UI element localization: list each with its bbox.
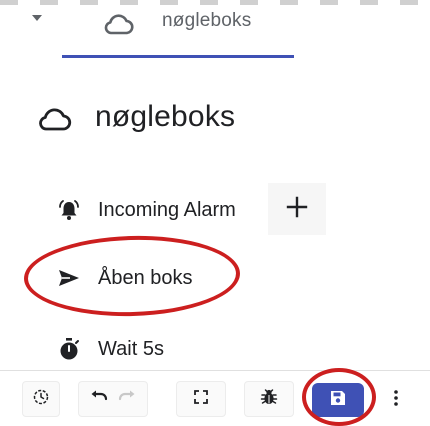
more-options-button[interactable] — [386, 385, 406, 415]
fullscreen-button[interactable] — [176, 381, 226, 417]
automation-editor: nøgleboks nøgleboks Incoming Alarm Åben … — [0, 0, 430, 426]
cloud-outline-icon — [102, 10, 134, 38]
more-vert-icon — [393, 389, 399, 412]
caret-down-icon[interactable] — [30, 11, 44, 23]
node-label: Wait 5s — [98, 337, 164, 360]
annotation-circle — [22, 233, 242, 319]
cloud-outline-icon — [36, 104, 72, 134]
plus-icon — [286, 196, 308, 223]
node-incoming-alarm[interactable]: Incoming Alarm — [56, 195, 236, 225]
tab-label: nøgleboks — [162, 10, 252, 31]
tab-nogleboks[interactable]: nøgleboks — [62, 0, 294, 58]
add-trigger-button[interactable] — [268, 183, 326, 235]
page-title: nøgleboks — [95, 100, 236, 133]
undo-icon[interactable] — [90, 390, 108, 409]
history-button[interactable] — [22, 381, 60, 417]
fullscreen-icon — [194, 389, 208, 409]
bug-icon — [260, 388, 278, 411]
node-label: Incoming Alarm — [98, 198, 236, 221]
undo-redo-group — [78, 381, 148, 417]
alarm-bell-icon — [56, 197, 82, 223]
annotation-circle — [302, 368, 376, 426]
debug-button[interactable] — [244, 381, 294, 417]
node-wait[interactable]: Wait 5s — [56, 334, 164, 364]
history-icon — [32, 388, 50, 411]
timer-icon — [56, 336, 82, 362]
redo-icon[interactable] — [118, 390, 136, 409]
